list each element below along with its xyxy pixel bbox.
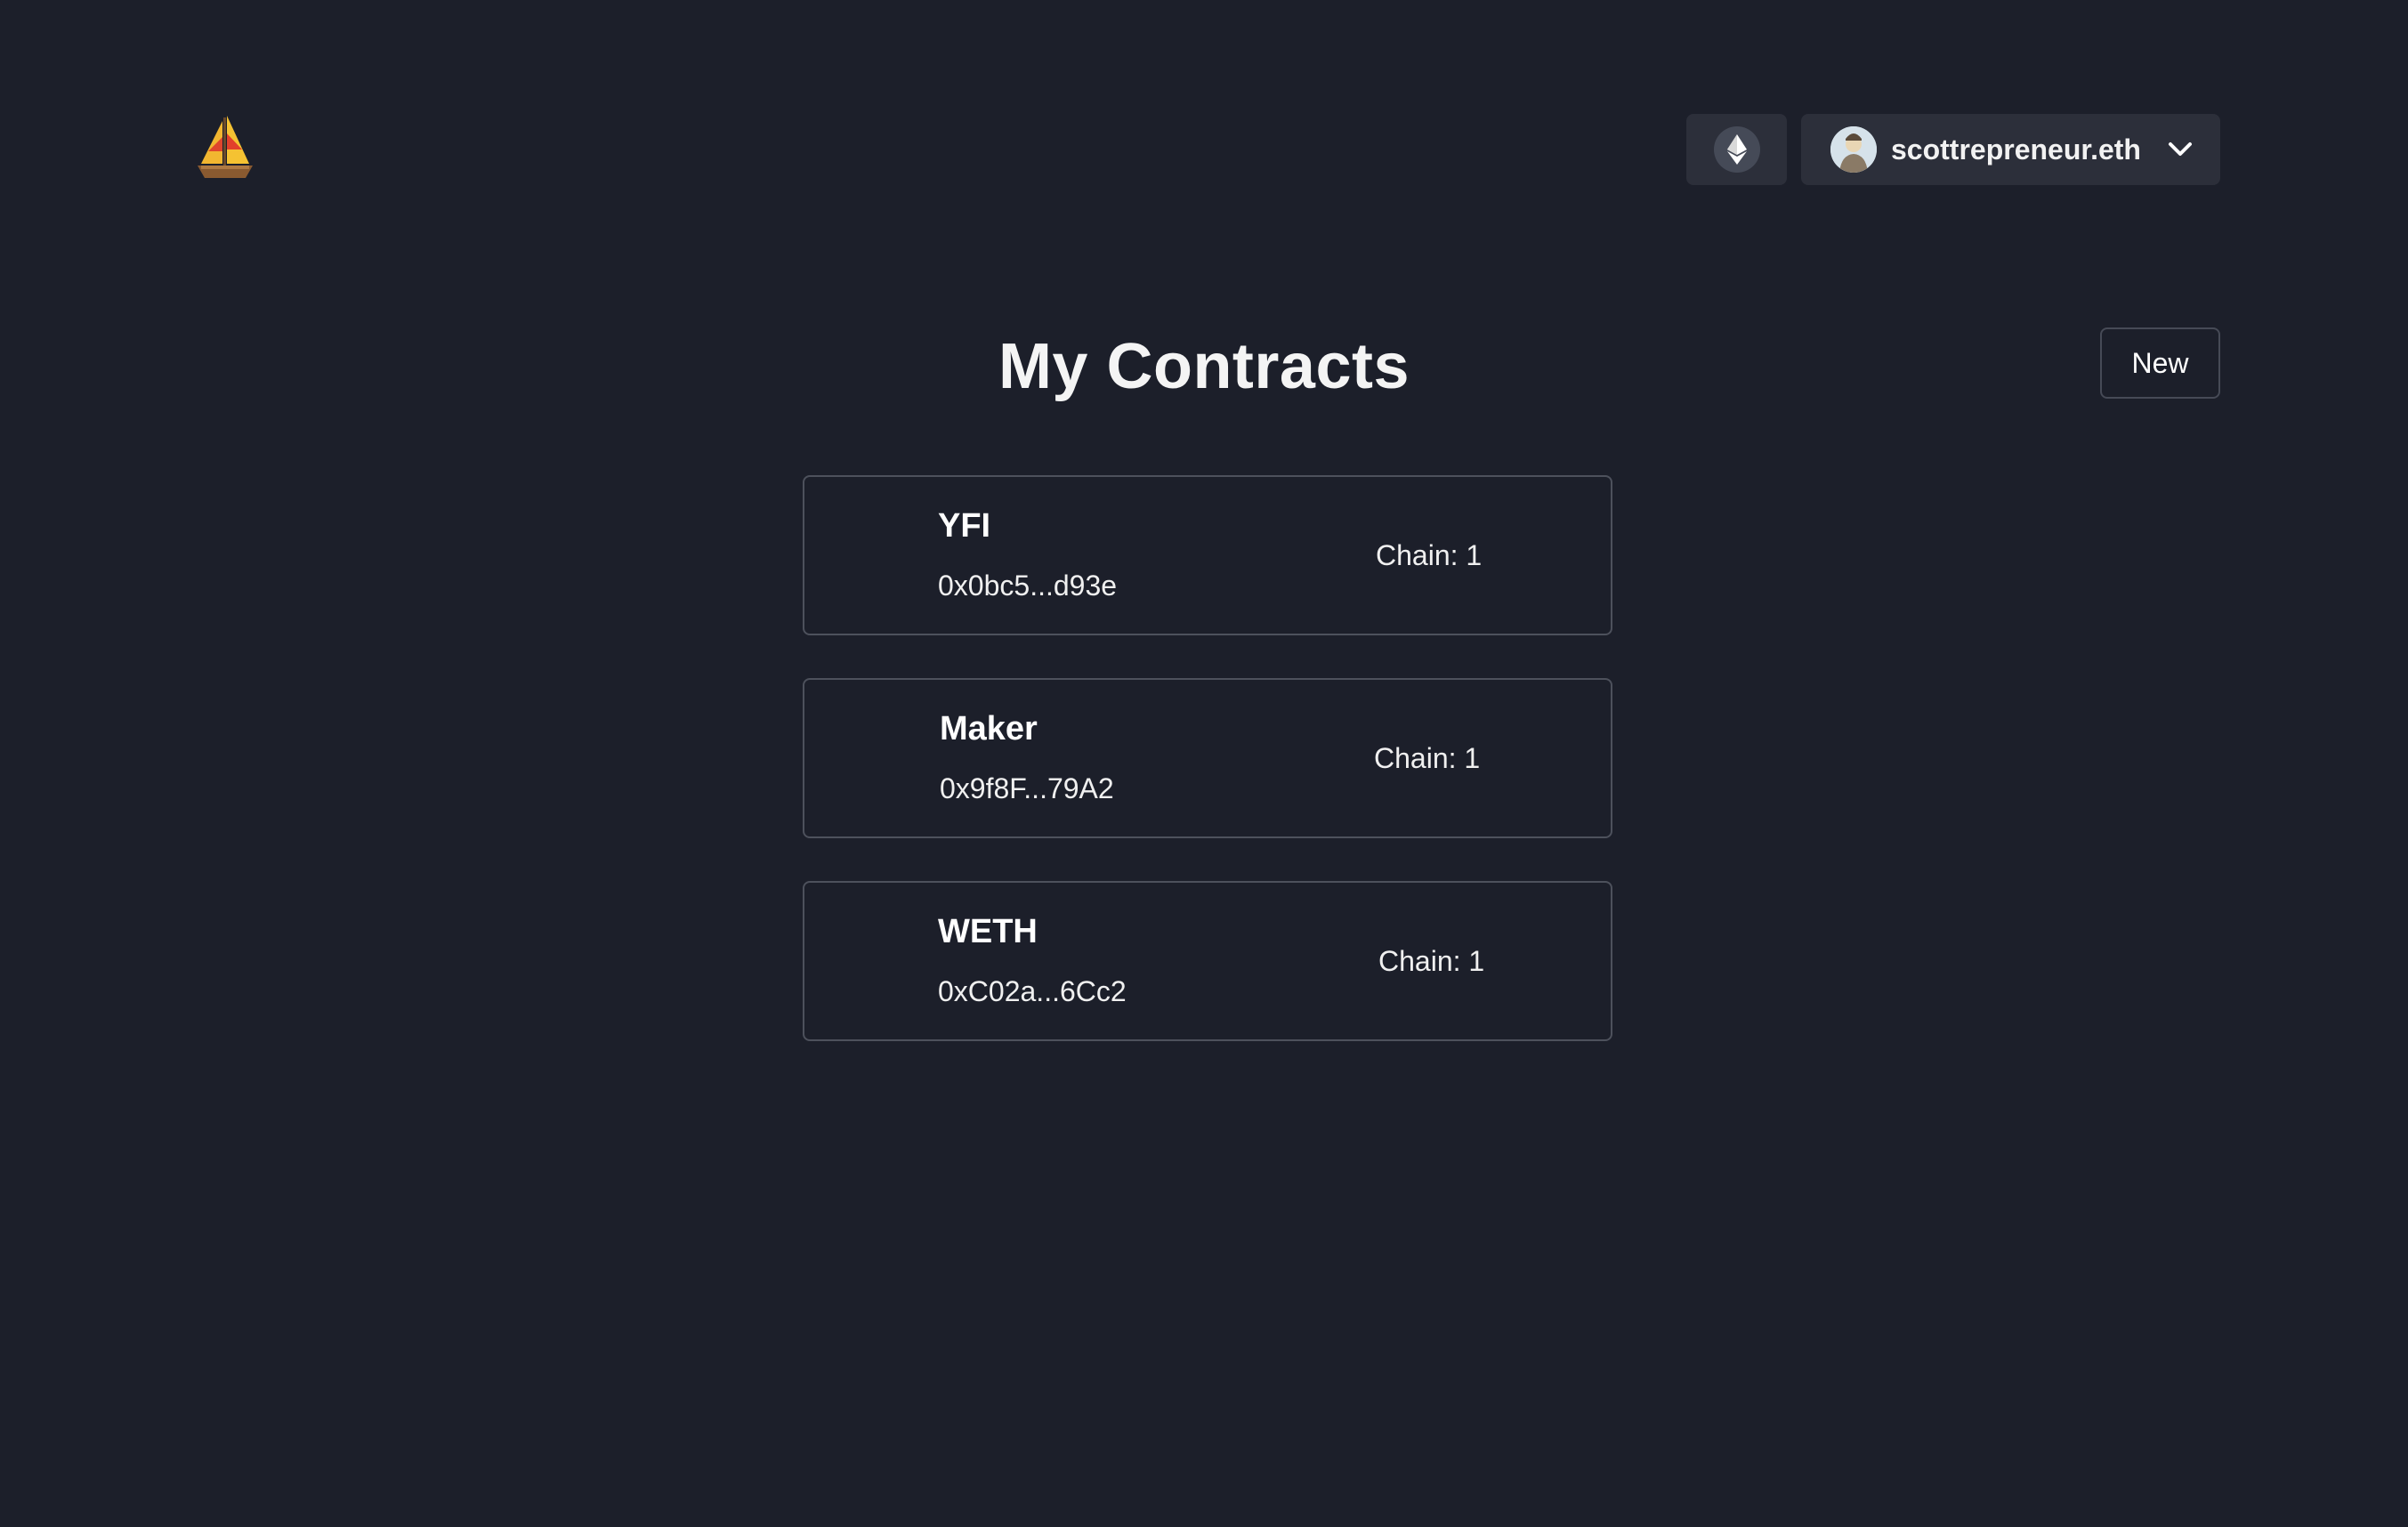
contract-chain: Chain: 1 xyxy=(1376,539,1483,571)
sailboat-logo-icon[interactable] xyxy=(196,114,255,182)
ethereum-icon xyxy=(1713,126,1760,173)
avatar xyxy=(1830,126,1877,173)
contract-list: YFI 0x0bc5...d93e Chain: 1 Maker 0x9f8F.… xyxy=(803,475,1612,1084)
contract-address: 0x9f8F...79A2 xyxy=(940,772,1114,804)
contract-name: WETH xyxy=(938,913,1038,950)
network-button[interactable] xyxy=(1686,114,1787,185)
page-title: My Contracts xyxy=(998,331,1410,402)
contract-chain: Chain: 1 xyxy=(1378,945,1485,977)
contract-chain: Chain: 1 xyxy=(1374,742,1481,774)
page: scottrepreneur.eth My Contracts New YFI … xyxy=(0,0,2408,1527)
contract-name: Maker xyxy=(940,710,1038,747)
chevron-down-icon xyxy=(2167,136,2194,163)
contract-name: YFI xyxy=(938,507,991,545)
account-button[interactable]: scottrepreneur.eth xyxy=(1801,114,2220,185)
contract-address: 0x0bc5...d93e xyxy=(938,570,1118,602)
contract-card[interactable]: WETH 0xC02a...6Cc2 Chain: 1 xyxy=(803,881,1612,1041)
new-contract-button[interactable]: New xyxy=(2100,327,2220,399)
contract-card[interactable]: Maker 0x9f8F...79A2 Chain: 1 xyxy=(803,678,1612,838)
contract-address: 0xC02a...6Cc2 xyxy=(938,975,1127,1007)
account-name: scottrepreneur.eth xyxy=(1891,133,2141,166)
contract-card[interactable]: YFI 0x0bc5...d93e Chain: 1 xyxy=(803,475,1612,635)
